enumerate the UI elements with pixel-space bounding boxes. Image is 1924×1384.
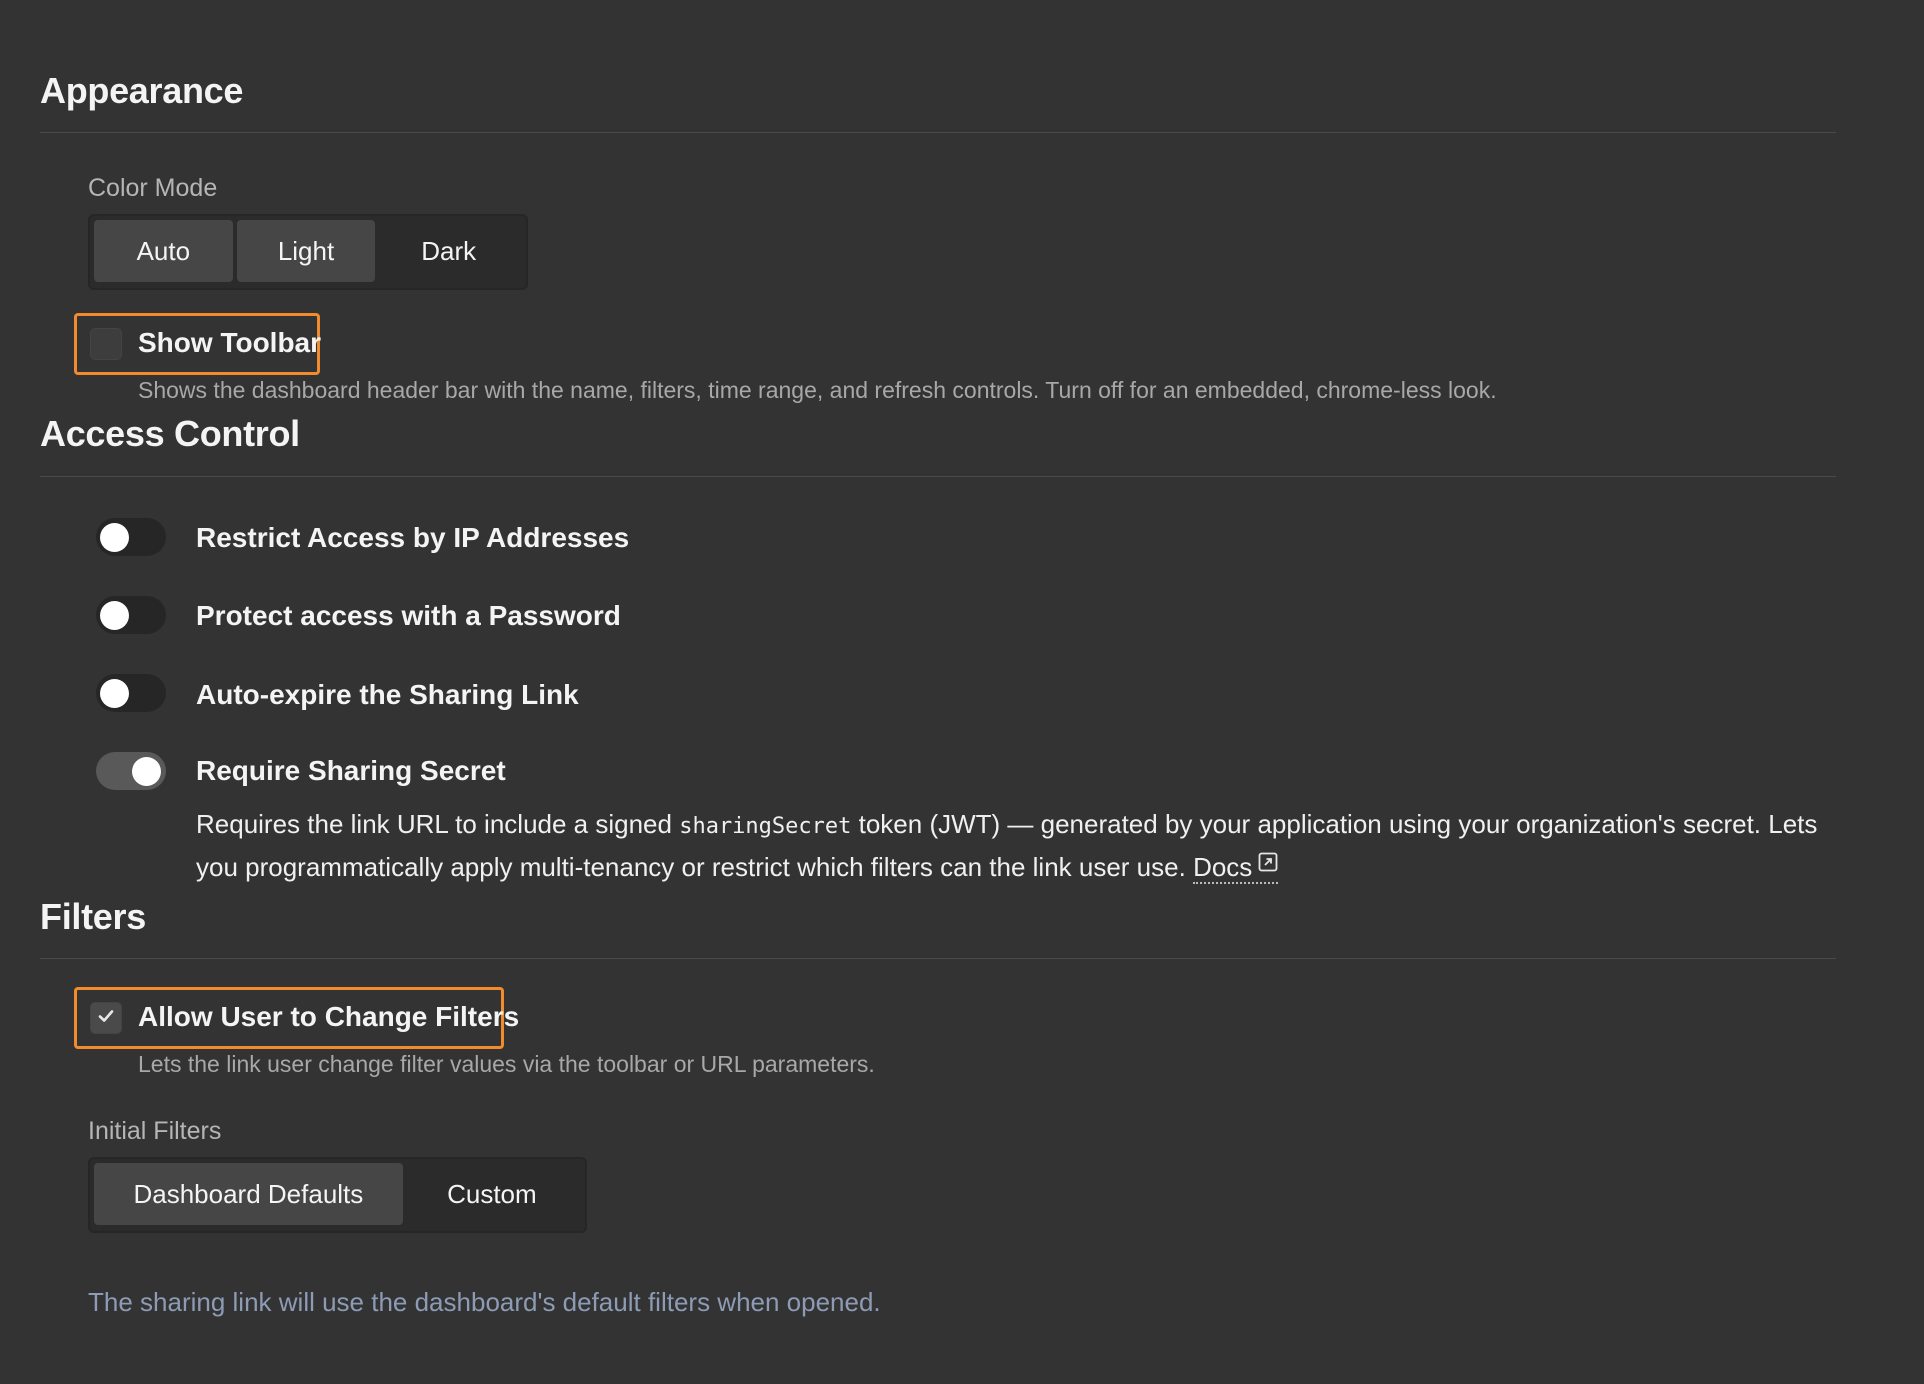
initial-filters-info: The sharing link will use the dashboard'… [88, 1287, 881, 1317]
toggle-knob [100, 679, 129, 708]
toggle-knob [100, 523, 129, 552]
sharing-secret-label: Require Sharing Secret [196, 755, 506, 786]
color-mode-light-button[interactable]: Light [236, 220, 376, 282]
color-mode-dark-button[interactable]: Dark [379, 220, 518, 282]
access-control-heading: Access Control [40, 413, 300, 454]
initial-filters-segmented-control: Dashboard Defaults Custom [88, 1157, 587, 1233]
show-toolbar-label[interactable]: Show Toolbar [138, 327, 321, 359]
password-label: Protect access with a Password [196, 600, 621, 631]
appearance-divider [40, 132, 1836, 133]
custom-filters-button[interactable]: Custom [407, 1163, 577, 1225]
password-toggle[interactable] [96, 596, 166, 634]
show-toolbar-help: Shows the dashboard header bar with the … [138, 377, 1497, 403]
description-text: Requires the link URL to include a signe… [196, 809, 680, 839]
sharing-secret-description: Requires the link URL to include a signe… [196, 806, 1836, 886]
sharing-secret-code: sharingSecret [679, 814, 852, 839]
color-mode-label: Color Mode [88, 174, 218, 202]
filters-heading: Filters [40, 896, 146, 937]
sharing-secret-toggle[interactable] [96, 752, 166, 790]
dashboard-defaults-button[interactable]: Dashboard Defaults [94, 1163, 403, 1225]
appearance-heading: Appearance [40, 70, 244, 111]
auto-expire-toggle[interactable] [96, 674, 166, 712]
toggle-knob [132, 757, 161, 786]
sharing-settings-page: Appearance Color Mode Auto Light Dark Sh… [0, 0, 1924, 1384]
allow-change-filters-label[interactable]: Allow User to Change Filters [138, 1001, 519, 1033]
toggle-knob [100, 601, 129, 630]
show-toolbar-checkbox[interactable] [90, 328, 122, 360]
check-icon [96, 1006, 116, 1031]
access-control-divider [40, 476, 1836, 477]
auto-expire-label: Auto-expire the Sharing Link [196, 679, 579, 710]
external-link-icon [1258, 845, 1278, 882]
restrict-ip-toggle[interactable] [96, 518, 166, 556]
filters-divider [40, 958, 1836, 959]
docs-link-label: Docs [1193, 852, 1253, 882]
allow-change-filters-checkbox[interactable] [90, 1002, 122, 1034]
initial-filters-label: Initial Filters [88, 1117, 222, 1145]
color-mode-segmented-control: Auto Light Dark [88, 214, 528, 290]
restrict-ip-label: Restrict Access by IP Addresses [196, 522, 630, 553]
color-mode-auto-button[interactable]: Auto [94, 220, 233, 282]
allow-change-filters-help: Lets the link user change filter values … [138, 1051, 875, 1077]
docs-link[interactable]: Docs [1193, 852, 1279, 884]
